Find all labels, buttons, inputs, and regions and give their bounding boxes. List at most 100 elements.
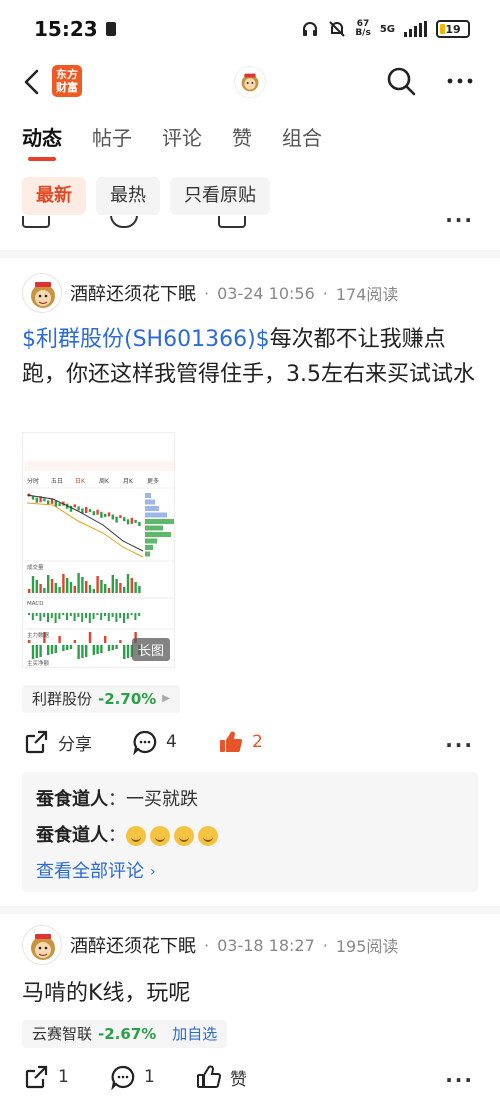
author-name[interactable]: 酒醉还须花下眠: [70, 932, 196, 958]
post-body[interactable]: 马啃的K线，玩呢: [22, 976, 482, 1011]
like-button[interactable]: 赞: [196, 1064, 247, 1090]
meta-sep: ·: [322, 283, 328, 303]
profile-avatar-icon[interactable]: [234, 66, 266, 98]
like-icon[interactable]: [218, 216, 246, 228]
share-icon[interactable]: [22, 216, 50, 228]
thumb-flow-bar: [69, 645, 73, 649]
back-arrow-icon[interactable]: [18, 66, 48, 98]
thumb-macd-bar: [77, 613, 80, 617]
comment-preview[interactable]: 蚕食道人：一买就跌 蚕食道人： 查看全部评论 ›: [22, 772, 478, 892]
comment-button[interactable]: 4: [132, 729, 177, 755]
share-button[interactable]: 1: [24, 1064, 69, 1090]
thumb-macd-bar: [39, 613, 42, 621]
nav-bar: 东方 财富: [0, 58, 500, 106]
post-reads: 174阅读: [335, 285, 399, 304]
filter-hot[interactable]: 最热: [96, 177, 160, 215]
thumb-flow-bar: [100, 645, 103, 653]
thumb-flow-bar: [92, 645, 95, 655]
more-icon[interactable]: [442, 64, 478, 98]
long-image-badge: 长图: [131, 638, 170, 661]
add-watchlist-button[interactable]: 加自选: [172, 1020, 217, 1048]
more-icon[interactable]: ···: [445, 733, 474, 757]
thumb-profile-bar: [145, 538, 157, 544]
tab-bar: 动态 帖子 评论 赞 组合: [22, 122, 322, 161]
thumbs-up-filled-icon: [220, 731, 243, 752]
thumb-flow-bar: [123, 645, 126, 659]
thumb-macd-bar: [28, 613, 30, 615]
comment-user[interactable]: 蚕食道人: [36, 787, 108, 813]
share-icon: [25, 1065, 48, 1089]
like-count: 2: [252, 732, 263, 752]
post-text: 马啃的K线，玩呢: [22, 981, 191, 1006]
sweat-smile-emoji-icon: [126, 826, 146, 846]
see-all-label: 查看全部评论: [36, 861, 144, 882]
author-avatar[interactable]: [22, 273, 62, 313]
thumb-macd-bar: [73, 613, 76, 621]
thumb-macd-bar: [104, 613, 106, 616]
post-header: 酒醉还须花下眠 · 03-18 18:27 · 195阅读: [22, 925, 398, 965]
stock-chip[interactable]: 云赛智联 -2.67% 加自选: [22, 1020, 228, 1048]
thumb-flow-bar: [81, 645, 84, 658]
like-button[interactable]: 2: [218, 729, 263, 755]
comment-icon[interactable]: [110, 216, 138, 228]
tab-comments[interactable]: 评论: [162, 122, 202, 151]
tab-portfolio[interactable]: 组合: [282, 122, 322, 151]
thumb-candle: [50, 498, 54, 504]
status-time: 15:23: [34, 17, 98, 41]
thumb-volume-bar: [134, 582, 137, 593]
net-speed: 67 B/s: [355, 20, 371, 38]
thumb-macd-bar: [115, 613, 118, 622]
comment-user[interactable]: 蚕食道人: [36, 823, 108, 849]
headphones-icon: [303, 22, 318, 36]
thumb-volume-bar: [100, 580, 103, 593]
thumb-macd-bar: [58, 613, 61, 619]
thumb-macd-bar: [134, 613, 137, 620]
search-icon[interactable]: [384, 64, 418, 98]
author-avatar[interactable]: [22, 925, 62, 965]
more-icon[interactable]: ···: [445, 216, 474, 232]
post-body[interactable]: $利群股份(SH601366)$每次都不让我赚点跑，你还这样我管得住手，3.5左…: [22, 322, 482, 392]
thumb-flow-bar: [115, 645, 118, 649]
thumb-candle: [130, 517, 133, 524]
tab-posts[interactable]: 帖子: [92, 122, 132, 151]
more-icon[interactable]: ···: [445, 1068, 474, 1092]
stock-chip[interactable]: 利群股份 -2.70% ▶: [22, 685, 180, 713]
thumb-flow-bar: [126, 645, 130, 658]
comment-colon: ：: [108, 789, 126, 810]
thumb-profile-bar: [145, 519, 174, 524]
thumb-candle: [58, 503, 61, 507]
thumb-tab-label: 周K: [99, 478, 110, 485]
thumb-flow-bar: [104, 636, 107, 643]
meta-sep: ·: [322, 935, 328, 955]
see-all-comments-link[interactable]: 查看全部评论 ›: [36, 854, 464, 890]
author-name[interactable]: 酒醉还须花下眠: [70, 280, 196, 306]
share-button[interactable]: 分享: [24, 729, 92, 755]
thumb-flow-bar: [62, 645, 65, 651]
thumb-volume-bar: [92, 589, 95, 593]
stock-chip-change: -2.70%: [98, 690, 157, 708]
tab-likes[interactable]: 赞: [232, 122, 252, 151]
stock-tag-link[interactable]: $利群股份(SH601366)$: [22, 327, 270, 352]
thumb-macd-bar: [43, 613, 46, 617]
thumb-tab-label: 分时: [27, 477, 39, 485]
post-reads: 195阅读: [335, 937, 399, 956]
filter-latest[interactable]: 最新: [22, 177, 86, 215]
share-icon: [25, 730, 48, 754]
thumb-flow-bar: [107, 645, 111, 651]
filter-original[interactable]: 只看原贴: [170, 177, 270, 215]
app-logo[interactable]: 东方 财富: [52, 65, 82, 97]
comment-count: 4: [166, 732, 177, 752]
thumb-macd-bar: [35, 613, 38, 616]
thumb-profile-bar: [145, 506, 159, 511]
tab-dynamic[interactable]: 动态: [22, 122, 62, 161]
thumb-macd-bar: [69, 613, 72, 616]
network-type: 5G: [379, 23, 395, 35]
post-image[interactable]: 分时 五日 日K 周K 月K 更多 成交量 MACD 主力数据 主买净额 长图: [22, 432, 175, 668]
thumb-candle: [138, 522, 141, 526]
comment-button[interactable]: 1: [110, 1064, 155, 1090]
thumb-macd-bar: [130, 613, 133, 615]
thumb-volume-bar: [104, 584, 107, 593]
thumb-flow-bar: [28, 640, 31, 643]
thumb-panel-label: 主力数据: [27, 631, 50, 639]
comment-text: 一买就跌: [126, 789, 198, 810]
